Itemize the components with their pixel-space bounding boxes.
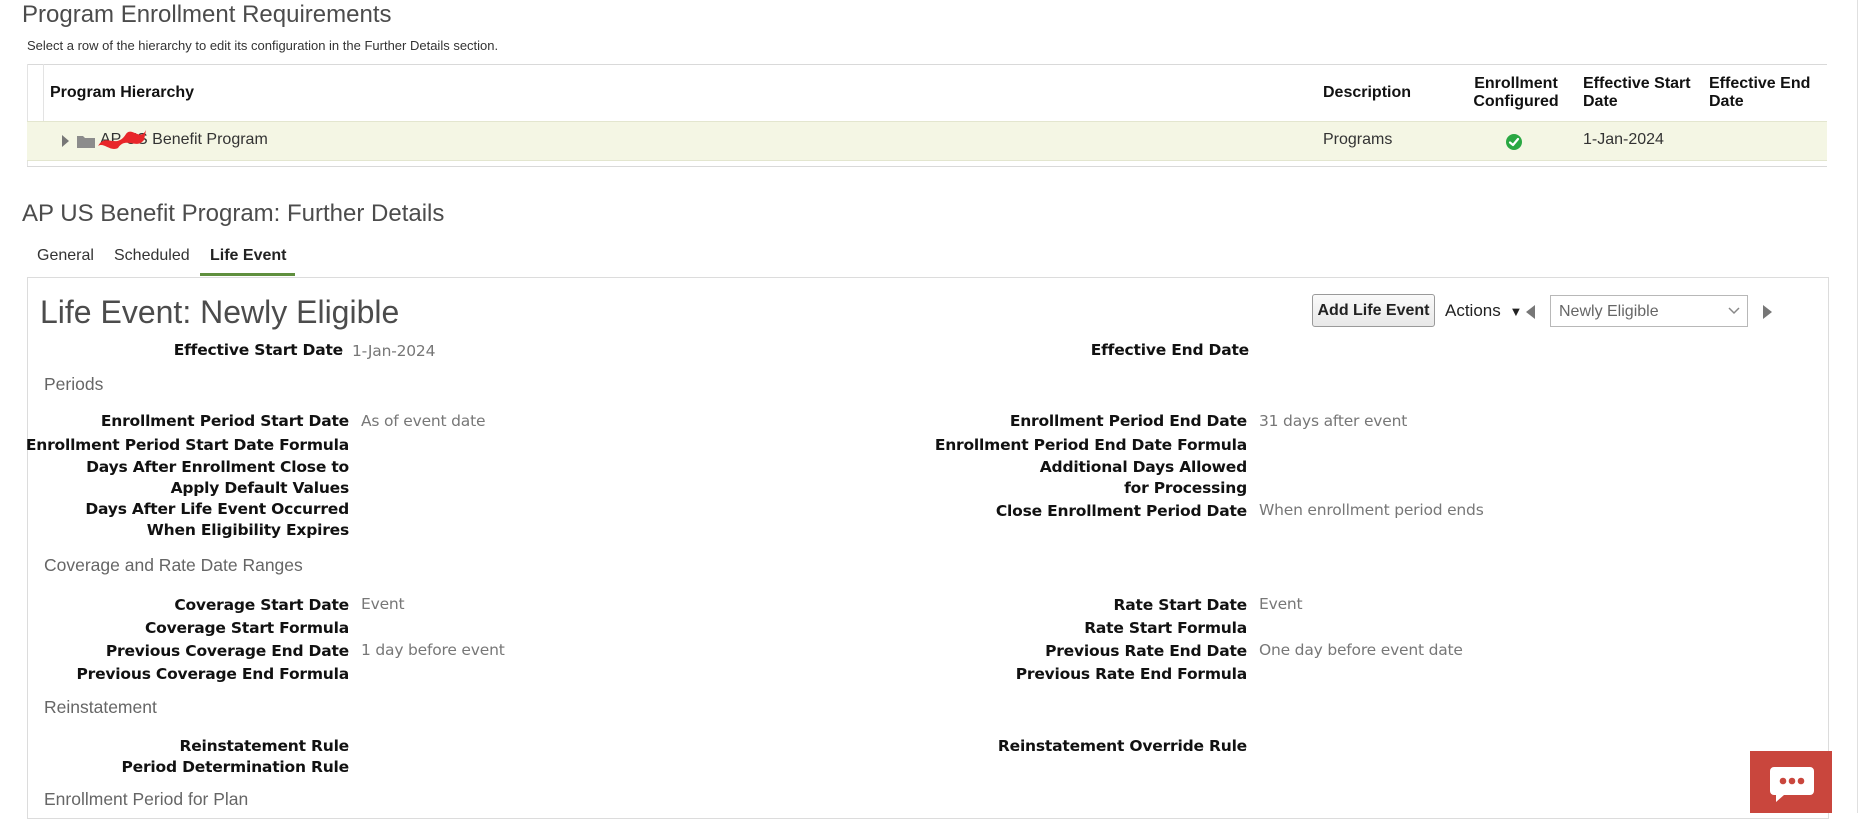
- prev-rate-end-value: One day before event date: [1259, 641, 1463, 659]
- table-bottom-rule: [27, 166, 1827, 167]
- tab-life-event[interactable]: Life Event: [210, 247, 286, 265]
- tab-active-underline: [200, 273, 295, 276]
- page-right-border: [1857, 0, 1858, 813]
- life-event-select-value: Newly Eligible: [1559, 303, 1659, 320]
- page-title: Program Enrollment Requirements: [22, 1, 392, 28]
- days-after-close-label: Days After Enrollment Close to Apply Def…: [86, 458, 349, 497]
- triangle-right-icon[interactable]: [62, 135, 69, 147]
- effective-start-value: 1-Jan-2024: [352, 342, 436, 360]
- prev-coverage-formula-label: Previous Coverage End Formula: [76, 665, 349, 683]
- page-hint: Select a row of the hierarchy to edit it…: [27, 38, 499, 53]
- section-enrollment-period-plan: Enrollment Period for Plan: [44, 789, 249, 809]
- section-reinstatement: Reinstatement: [44, 697, 157, 717]
- period-determination-rule-label: Period Determination Rule: [121, 758, 350, 776]
- rate-start-label: Rate Start Date: [1113, 596, 1248, 614]
- coverage-start-formula-label: Coverage Start Formula: [144, 619, 349, 637]
- days-after-event-label: Days After Life Event Occurred When Elig…: [85, 500, 349, 539]
- prev-rate-formula-label: Previous Rate End Formula: [1015, 665, 1247, 683]
- column-header-start[interactable]: Effective Start Date: [1583, 75, 1703, 111]
- prev-coverage-end-label: Previous Coverage End Date: [105, 642, 349, 660]
- chevron-down-icon: [1728, 307, 1740, 315]
- actions-menu[interactable]: Actions ▼: [1445, 301, 1522, 321]
- column-header-description[interactable]: Description: [1323, 84, 1411, 102]
- reinstatement-override-label: Reinstatement Override Rule: [997, 737, 1247, 755]
- effective-end-label: Effective End Date: [1090, 341, 1249, 359]
- coverage-start-value: Event: [361, 595, 405, 613]
- prev-rate-end-label: Previous Rate End Date: [1045, 642, 1247, 660]
- enroll-period-end-label: Enrollment Period End Date: [1009, 412, 1247, 430]
- close-period-label: Close Enrollment Period Date: [995, 502, 1247, 520]
- program-description: Programs: [1323, 131, 1393, 148]
- details-title: AP US Benefit Program: Further Details: [22, 200, 445, 227]
- table-row[interactable]: AP US Benefit Program Programs 1-Jan-202…: [27, 121, 1827, 161]
- coverage-start-label: Coverage Start Date: [174, 596, 349, 614]
- section-periods: Periods: [44, 374, 104, 394]
- program-effective-start: 1-Jan-2024: [1583, 131, 1664, 148]
- tab-scheduled[interactable]: Scheduled: [114, 247, 190, 265]
- redaction-mark: [98, 130, 146, 149]
- enroll-period-end-value: 31 days after event: [1259, 412, 1408, 430]
- enroll-period-start-label: Enrollment Period Start Date: [100, 412, 349, 430]
- column-header-enrollment[interactable]: Enrollment Configured: [1466, 75, 1566, 111]
- additional-days-label: Additional Days Allowed for Processing: [1039, 458, 1247, 497]
- enroll-end-formula-label: Enrollment Period End Date Formula: [934, 436, 1247, 454]
- check-circle-icon: [1506, 134, 1522, 150]
- panel-title: Life Event: Newly Eligible: [40, 294, 400, 330]
- actions-label: Actions: [1445, 301, 1501, 320]
- chat-button[interactable]: [1750, 751, 1832, 813]
- folder-icon: [77, 136, 95, 148]
- effective-start-label: Effective Start Date: [173, 341, 343, 359]
- add-life-event-button[interactable]: Add Life Event: [1312, 294, 1435, 327]
- tab-general[interactable]: General: [37, 247, 94, 265]
- column-header-program[interactable]: Program Hierarchy: [50, 84, 194, 102]
- prev-coverage-end-value: 1 day before event: [361, 641, 505, 659]
- next-life-event-icon[interactable]: [1763, 305, 1772, 319]
- chat-icon: [1770, 767, 1814, 802]
- close-period-value: When enrollment period ends: [1259, 501, 1484, 519]
- table-top-rule: [27, 64, 1827, 65]
- rate-start-value: Event: [1259, 595, 1303, 613]
- reinstatement-rule-label: Reinstatement Rule: [179, 737, 349, 755]
- previous-life-event-icon[interactable]: [1526, 305, 1535, 319]
- enroll-period-start-value: As of event date: [361, 412, 486, 430]
- enroll-start-formula-label: Enrollment Period Start Date Formula: [25, 436, 349, 454]
- column-header-end[interactable]: Effective End Date: [1709, 75, 1827, 111]
- rate-start-formula-label: Rate Start Formula: [1084, 619, 1247, 637]
- chevron-down-icon: ▼: [1509, 304, 1523, 319]
- section-coverage: Coverage and Rate Date Ranges: [44, 555, 303, 575]
- table-left-rule-2: [43, 64, 44, 122]
- life-event-select[interactable]: Newly Eligible: [1550, 295, 1748, 327]
